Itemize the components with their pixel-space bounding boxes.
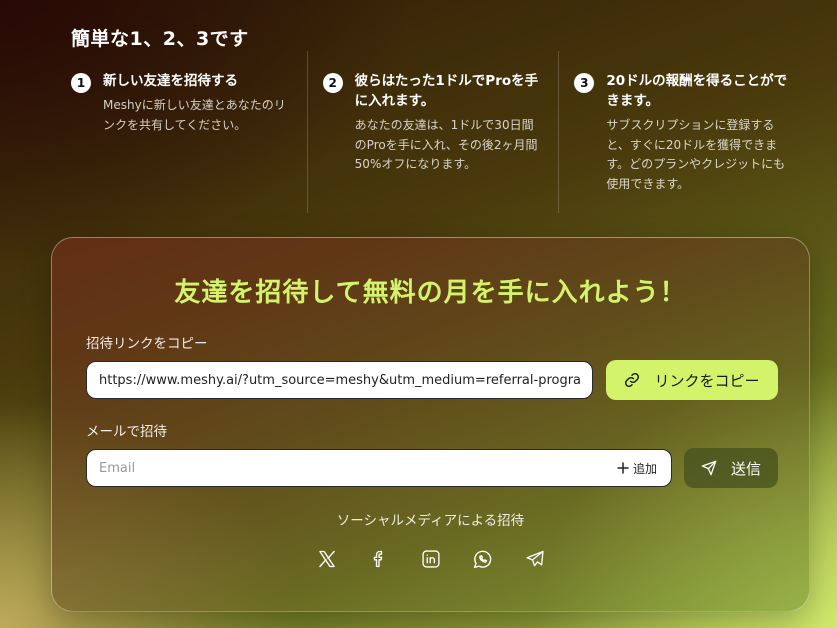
invite-heading: 友達を招待して無料の月を手に入れよう！ [174,278,687,308]
send-icon [701,460,717,476]
step-title: 彼らはたった1ドルでProを手に入れます。 [354,73,539,109]
step-title: 20ドルの報酬を得ることができます。 [606,73,788,109]
plus-icon [617,462,629,474]
telegram-icon [525,550,544,567]
section-title: 簡単な1、2、3です [71,28,249,50]
step-number-badge: 3 [574,73,595,93]
copy-link-label: 招待リンクをコピー [86,336,208,352]
step-number-badge: 2 [322,73,343,93]
step-3: 3 20ドルの報酬を得ることができます。 サブスクリプションに登録すると、すぐに… [558,51,810,213]
share-whatsapp-button[interactable] [470,546,496,572]
send-invite-button[interactable]: 送信 [684,448,778,488]
email-input[interactable] [87,450,617,486]
step-1: 1 新しい友達を招待する Meshyに新しい友達とあなたのリンクを共有してくださ… [56,51,307,213]
step-title: 新しい友達を招待する [103,73,238,89]
invite-card: 友達を招待して無料の月を手に入れよう！ 招待リンクをコピー リンクをコピー メー… [51,237,810,612]
send-invite-button-label: 送信 [730,459,761,478]
add-email-button-label: 追加 [632,461,657,476]
steps-row: 1 新しい友達を招待する Meshyに新しい友達とあなたのリンクを共有してくださ… [56,51,810,213]
share-x-button[interactable] [314,546,340,572]
share-facebook-button[interactable] [366,546,392,572]
whatsapp-icon [473,550,492,568]
step-description: サブスクリプションに登録すると、すぐに20ドルを獲得できます。どのプランやクレジ… [606,118,786,191]
step-description: あなたの友達は、1ドルで30日間のProを手に入れ、その後2ヶ月間50%オフにな… [354,118,538,171]
link-icon [625,372,640,388]
share-linkedin-button[interactable] [418,546,444,572]
step-2: 2 彼らはたった1ドルでProを手に入れます。 あなたの友達は、1ドルで30日間… [306,51,559,213]
facebook-icon [373,550,382,568]
copy-link-button[interactable]: リンクをコピー [606,360,778,400]
share-telegram-button[interactable] [522,546,548,572]
email-invite-label: メールで招待 [86,424,167,440]
step-number-badge: 1 [71,73,91,93]
social-share-row [52,546,809,572]
copy-link-button-label: リンクをコピー [654,371,760,390]
referral-link-input[interactable] [86,361,593,399]
email-field-wrapper: 追加 [86,449,672,487]
linkedin-icon [421,550,440,568]
step-description: Meshyに新しい友達とあなたのリンクを共有してください。 [103,98,286,132]
x-icon [318,550,335,568]
add-email-button[interactable]: 追加 [617,460,657,477]
social-invite-label: ソーシャルメディアによる招待 [336,513,525,529]
